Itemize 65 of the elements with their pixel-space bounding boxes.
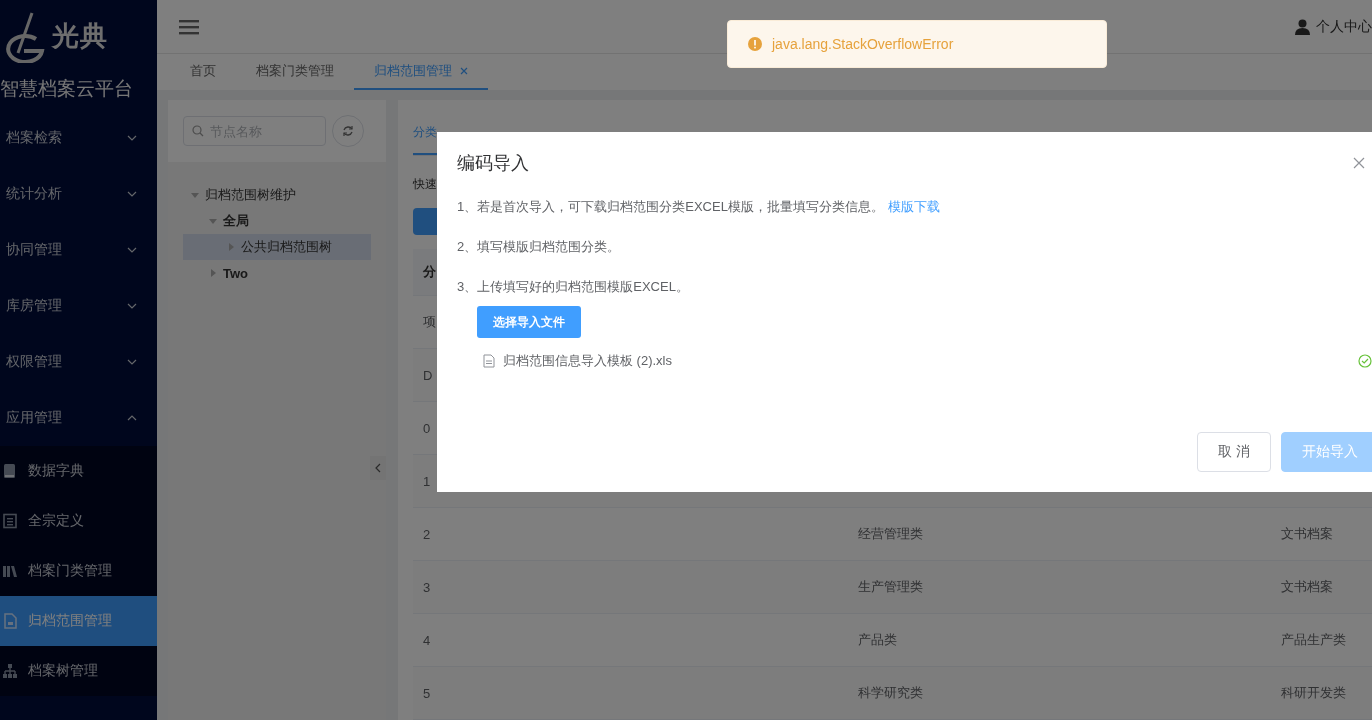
table-cell: 生产管理类 bbox=[858, 579, 923, 594]
table-cell: 5 bbox=[423, 685, 431, 701]
tab[interactable]: 档案门类管理 bbox=[236, 54, 354, 90]
table-cell: 2 bbox=[423, 526, 431, 542]
tree-node[interactable]: 公共归档范围树 bbox=[183, 234, 371, 260]
user-menu[interactable]: 个人中心 bbox=[1316, 17, 1372, 36]
menu-item[interactable]: 库房管理 bbox=[0, 278, 157, 334]
cancel-button[interactable]: 取 消 bbox=[1197, 432, 1271, 472]
user-icon bbox=[1295, 18, 1310, 35]
form-label: 快速 bbox=[413, 175, 437, 193]
file-icon bbox=[2, 613, 18, 629]
logo-text: 光典 bbox=[52, 20, 108, 53]
list-icon bbox=[2, 513, 18, 529]
table-cell: 产品类 bbox=[858, 632, 897, 647]
menu-item[interactable]: 归档范围管理 bbox=[0, 596, 157, 646]
table-cell: 0 bbox=[423, 420, 431, 436]
instruction-text: 1、若是首次导入，可下载归档范围分类EXCEL模版，批量填写分类信息。 bbox=[457, 198, 884, 216]
menu-item[interactable]: 权限管理 bbox=[0, 334, 157, 390]
table-cell: 经营管理类 bbox=[858, 526, 923, 541]
column-header: 分 bbox=[423, 264, 436, 279]
instruction-text: 2、填写模版归档范围分类。 bbox=[457, 238, 621, 256]
menu-item[interactable]: 全宗定义 bbox=[0, 496, 157, 546]
template-download-link[interactable]: 模版下载 bbox=[887, 198, 940, 216]
table-cell: 科学研究类 bbox=[858, 685, 923, 700]
file-name: 归档范围信息导入模板 (2).xls bbox=[503, 352, 673, 370]
table-cell: D bbox=[423, 367, 433, 383]
menu-icon bbox=[179, 18, 199, 35]
menu-item[interactable]: 数据字典 bbox=[0, 446, 157, 496]
tab[interactable]: 归档范围管理 bbox=[354, 54, 488, 90]
close-icon[interactable] bbox=[1353, 157, 1365, 169]
dialog-title: 编码导入 bbox=[457, 152, 529, 175]
instruction-text: 3、上传填写好的归档范围模版EXCEL。 bbox=[457, 278, 689, 296]
close-icon[interactable] bbox=[460, 67, 468, 75]
menu-item[interactable]: 档案门类管理 bbox=[0, 546, 157, 596]
table-cell: 3 bbox=[423, 579, 431, 595]
menu-item[interactable]: 档案检索 bbox=[0, 110, 157, 166]
table-cell: 4 bbox=[423, 632, 431, 648]
tree-node[interactable]: Two bbox=[183, 260, 371, 286]
menu-item[interactable]: 协同管理 bbox=[0, 222, 157, 278]
new-button[interactable] bbox=[413, 207, 437, 235]
toast-message: java.lang.StackOverflowError bbox=[772, 36, 954, 52]
refresh-button[interactable] bbox=[332, 115, 364, 147]
menu-item[interactable]: 档案树管理 bbox=[0, 646, 157, 696]
table-cell: 产品生产类 bbox=[1281, 632, 1346, 647]
table-cell: 文书档案 bbox=[1281, 579, 1333, 594]
table-cell: 1 bbox=[423, 473, 431, 489]
table-cell: 项 bbox=[423, 314, 436, 329]
tab[interactable]: 首页 bbox=[170, 54, 236, 90]
menu-item[interactable]: 应用管理 bbox=[0, 390, 157, 446]
document-icon bbox=[483, 354, 495, 368]
chevron-left-icon bbox=[375, 463, 381, 473]
search-icon bbox=[192, 125, 204, 137]
refresh-icon bbox=[342, 125, 354, 137]
hierarchy-icon bbox=[2, 663, 18, 679]
table-cell: 文书档案 bbox=[1281, 526, 1333, 541]
tree-node[interactable]: 归档范围树维护 bbox=[183, 182, 371, 208]
books-icon bbox=[2, 563, 18, 579]
platform-name: 智慧档案云平台 bbox=[0, 77, 134, 101]
warning-icon bbox=[748, 37, 762, 51]
tree-node[interactable]: 全局 bbox=[183, 208, 371, 234]
book-icon bbox=[2, 463, 18, 479]
collapse-handle[interactable] bbox=[370, 456, 386, 480]
menu-item[interactable]: 统计分析 bbox=[0, 166, 157, 222]
table-cell: 科研开发类 bbox=[1281, 685, 1346, 700]
upload-button[interactable]: 选择导入文件 bbox=[477, 306, 581, 338]
